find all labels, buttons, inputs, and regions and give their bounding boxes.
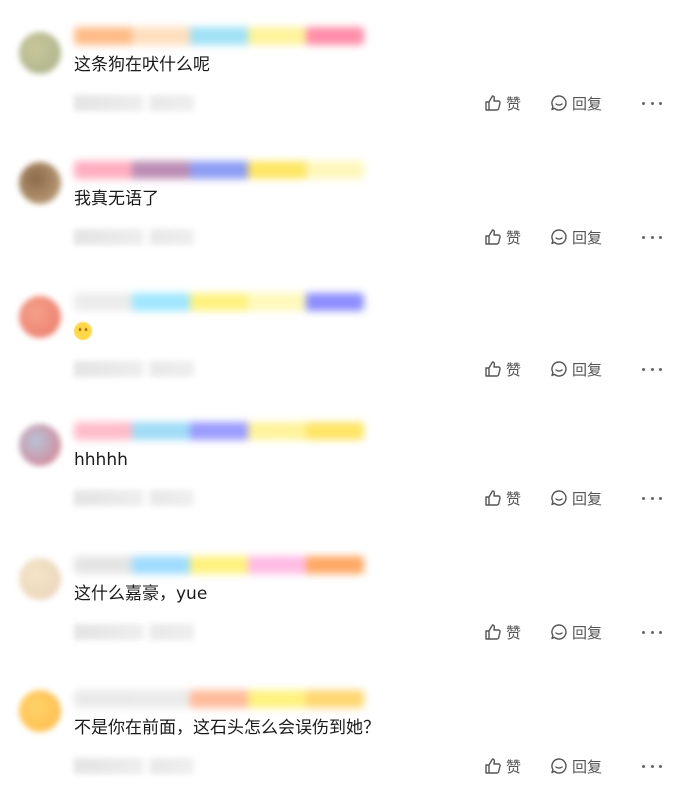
reply-label: 回复 [572, 757, 603, 776]
thumbs-up-icon [484, 228, 502, 246]
smile-emoji-icon [74, 322, 92, 340]
comment-item: 我真无语了 赞 回复 [0, 161, 678, 281]
comment-item: hhhhh 赞 回复 [0, 422, 678, 542]
more-dots-icon [642, 101, 645, 105]
avatar[interactable] [19, 424, 61, 466]
reply-button[interactable]: 回复 [550, 488, 642, 509]
reply-label: 回复 [572, 489, 603, 508]
reply-label: 回复 [572, 228, 603, 247]
avatar[interactable] [19, 558, 61, 600]
like-button[interactable]: 赞 [484, 359, 550, 380]
reply-button[interactable]: 回复 [550, 227, 642, 248]
thumbs-up-icon [484, 94, 502, 112]
thumbs-up-icon [484, 757, 502, 775]
like-button[interactable]: 赞 [484, 756, 550, 777]
comment-item: 赞 回复 [0, 293, 678, 413]
more-button[interactable] [642, 367, 662, 371]
more-button[interactable] [642, 630, 662, 634]
comment-text: hhhhh [74, 450, 128, 470]
like-label: 赞 [506, 94, 522, 113]
reply-button[interactable]: 回复 [550, 622, 642, 643]
more-dots-icon [642, 630, 645, 634]
reply-bubble-icon [550, 489, 568, 507]
comment-meta-blurred [74, 229, 194, 245]
more-dots-icon [642, 367, 645, 371]
comment-actions: 赞 回复 [484, 754, 662, 778]
username-blurred[interactable] [74, 690, 364, 708]
comment-meta-blurred [74, 361, 194, 377]
comment-actions: 赞 回复 [484, 91, 662, 115]
more-button[interactable] [642, 496, 662, 500]
comment-item: 这条狗在吠什么呢 赞 回复 [0, 27, 678, 147]
like-label: 赞 [506, 228, 522, 247]
comment-meta-blurred [74, 95, 194, 111]
reply-bubble-icon [550, 360, 568, 378]
like-label: 赞 [506, 757, 522, 776]
comment-actions: 赞 回复 [484, 620, 662, 644]
reply-bubble-icon [550, 228, 568, 246]
comment-meta-blurred [74, 758, 194, 774]
username-blurred[interactable] [74, 422, 364, 440]
like-label: 赞 [506, 623, 522, 642]
like-button[interactable]: 赞 [484, 227, 550, 248]
like-button[interactable]: 赞 [484, 488, 550, 509]
comment-text [74, 319, 92, 343]
more-dots-icon [642, 764, 645, 768]
avatar[interactable] [19, 690, 61, 732]
comment-text: 这什么嘉豪，yue [74, 584, 208, 604]
more-dots-icon [642, 235, 645, 239]
reply-bubble-icon [550, 623, 568, 641]
more-button[interactable] [642, 235, 662, 239]
comment-item: 这什么嘉豪，yue 赞 回复 [0, 556, 678, 676]
like-button[interactable]: 赞 [484, 93, 550, 114]
reply-bubble-icon [550, 94, 568, 112]
comment-meta-blurred [74, 490, 194, 506]
thumbs-up-icon [484, 623, 502, 641]
avatar[interactable] [19, 162, 61, 204]
comment-item: 不是你在前面，这石头怎么会误伤到她？ 赞 回复 [0, 690, 678, 810]
reply-button[interactable]: 回复 [550, 756, 642, 777]
comment-actions: 赞 回复 [484, 486, 662, 510]
more-button[interactable] [642, 101, 662, 105]
comment-text: 这条狗在吠什么呢 [74, 55, 210, 75]
reply-button[interactable]: 回复 [550, 359, 642, 380]
like-label: 赞 [506, 489, 522, 508]
avatar[interactable] [19, 32, 61, 74]
reply-label: 回复 [572, 94, 603, 113]
reply-label: 回复 [572, 623, 603, 642]
avatar[interactable] [19, 296, 61, 338]
reply-label: 回复 [572, 360, 603, 379]
more-button[interactable] [642, 764, 662, 768]
thumbs-up-icon [484, 360, 502, 378]
comment-text: 不是你在前面，这石头怎么会误伤到她？ [74, 718, 380, 738]
reply-bubble-icon [550, 757, 568, 775]
comment-text: 我真无语了 [74, 189, 159, 209]
reply-button[interactable]: 回复 [550, 93, 642, 114]
username-blurred[interactable] [74, 556, 364, 574]
username-blurred[interactable] [74, 27, 364, 45]
username-blurred[interactable] [74, 293, 364, 311]
like-button[interactable]: 赞 [484, 622, 550, 643]
username-blurred[interactable] [74, 161, 364, 179]
more-dots-icon [642, 496, 645, 500]
thumbs-up-icon [484, 489, 502, 507]
comment-actions: 赞 回复 [484, 225, 662, 249]
comment-meta-blurred [74, 624, 194, 640]
comment-actions: 赞 回复 [484, 357, 662, 381]
like-label: 赞 [506, 360, 522, 379]
